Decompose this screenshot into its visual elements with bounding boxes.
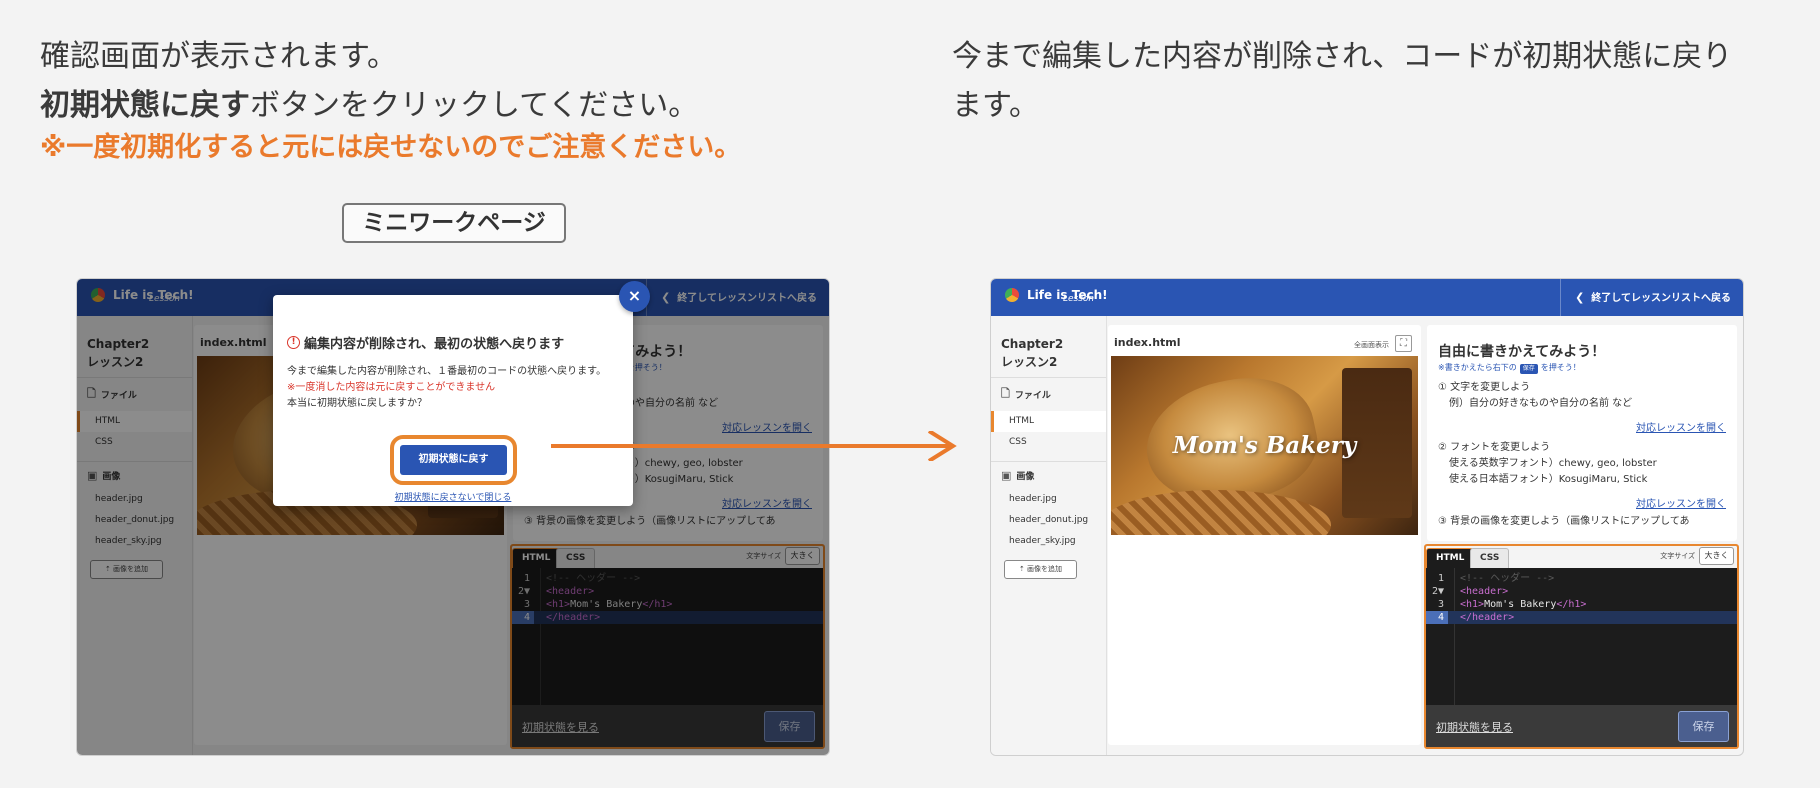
instruction-2-jp: 使える日本語フォント）KosugiMaru, Stick <box>1449 474 1648 485</box>
sidebar-item-header-jpg[interactable]: header.jpg <box>991 489 1106 510</box>
code-text: </header> <box>1460 611 1514 624</box>
top-bar: Life is Tech! Lesson ❮ 終了してレッスンリストへ戻る <box>991 279 1743 316</box>
lesson-link-1[interactable]: 対応レッスンを開く <box>1636 419 1726 434</box>
instructions-subtitle: ※書きかえたら右下の保存を押そう！ <box>1438 363 1581 374</box>
code-token: <header> <box>1460 586 1509 597</box>
images-section-label: 画像 <box>1016 472 1035 482</box>
flow-arrow-icon <box>551 431 957 461</box>
code-line[interactable]: 3 <h1>Mom's Bakery</h1> <box>1426 598 1737 611</box>
lesson-link-2[interactable]: 対応レッスンを開く <box>1636 495 1726 510</box>
font-size-label: 文字サイズ <box>1660 552 1695 560</box>
line-number: 4 <box>1426 611 1448 624</box>
instruction-1-example: 例）自分の好きなものや自分の名前 など <box>1449 398 1633 409</box>
preview-image: Mom's Bakery <box>1111 356 1418 535</box>
instruction-1-text: 文字を変更しよう <box>1450 382 1531 393</box>
caption-bold-button-name: 初期状態に戻す <box>40 88 250 123</box>
line-number: 1 <box>1437 573 1444 584</box>
screenshot-before: Life is Tech! Lesson ❮ 終了してレッスンリストへ戻る Cha… <box>76 278 830 756</box>
code-token: </header> <box>1460 612 1515 623</box>
dialog-warning: ※一度消した内容は元に戻すことができません <box>287 382 496 393</box>
line-number: 2▼ <box>1431 586 1444 597</box>
save-pill: 保存 <box>1519 364 1538 374</box>
lesson-number: レッスン2 <box>1001 355 1058 369</box>
reset-to-initial-button[interactable]: 初期状態に戻す <box>390 435 517 485</box>
preview-heading: Mom's Bakery <box>1172 432 1357 459</box>
caption-left: 確認画面が表示されます。 初期状態に戻すボタンをクリックしてください。 ※一度初… <box>40 32 860 168</box>
code-line[interactable]: 2▼ <header> <box>1426 585 1737 598</box>
lesson-title: Chapter2 レッスン2 <box>991 316 1106 378</box>
dialog-title: ! 編集内容が削除され、最初の状態へ戻ります <box>287 333 564 352</box>
lesson-chapter: Chapter2 <box>1001 337 1064 351</box>
font-size-button[interactable]: 大きく <box>1699 547 1734 565</box>
add-image-button[interactable]: ⇡ 画像を追加 <box>1004 560 1077 579</box>
caption-line-1: 確認画面が表示されます。 <box>40 39 397 74</box>
dialog-body: 今まで編集した内容が削除され、１番最初のコードの状態へ戻ります。 ※一度消した内… <box>287 364 621 412</box>
logo-mark-icon <box>1005 288 1019 302</box>
instruction-1-title: ① 文字を変更しよう <box>1438 382 1531 393</box>
preview-title: index.html <box>1114 336 1181 349</box>
back-label: 終了してレッスンリストへ戻る <box>1591 293 1731 304</box>
page-label: ミニワークページ <box>342 203 566 243</box>
code-line[interactable]: 4 </header> <box>1426 611 1737 624</box>
code-token: <h1> <box>1460 599 1485 610</box>
fullscreen-label: 全画面表示 <box>1354 341 1389 349</box>
tab-css[interactable]: CSS <box>1470 548 1510 568</box>
alert-icon: ! <box>287 336 300 349</box>
chevron-left-icon: ❮ <box>1575 291 1585 304</box>
fullscreen-icon[interactable]: ⛶ <box>1395 335 1412 352</box>
reset-confirm-dialog: ! 編集内容が削除され、最初の状態へ戻ります 今まで編集した内容が削除され、１番最… <box>273 295 633 506</box>
instructions-panel: 自由に書きかえてみよう！ ※書きかえたら右下の保存を押そう！ ① 文字を変更しよ… <box>1427 325 1737 541</box>
caption-right: 今まで編集した内容が削除され、コードが初期状態に戻ります。 <box>952 39 1733 123</box>
preview-panel: index.html 全画面表示 ⛶ Mom's Bakery <box>1108 325 1421 745</box>
caption-warning: ※一度初期化すると元には戻せないのでご注意ください。 <box>40 132 742 163</box>
brand-sub: Lesson <box>1063 294 1095 304</box>
instruction-3-text: 背景の画像を変更しよう（画像リストにアップしてあ <box>1450 516 1690 527</box>
dialog-message: 今まで編集した内容が削除され、１番最初のコードの状態へ戻ります。 <box>287 366 607 377</box>
screenshot-after: Life is Tech! Lesson ❮ 終了してレッスンリストへ戻る Cha… <box>990 278 1744 756</box>
instruction-2-en: 使える英数字フォント）chewy, geo, lobster <box>1449 458 1657 469</box>
code-text: <header> <box>1460 585 1508 598</box>
sidebar-item-html[interactable]: HTML <box>991 411 1106 432</box>
code-token: Mom's Bakery <box>1484 599 1557 610</box>
back-to-lessons-link[interactable]: ❮ 終了してレッスンリストへ戻る <box>1560 279 1743 316</box>
sidebar-item-header-donut-jpg[interactable]: header_donut.jpg <box>991 510 1106 531</box>
instruction-2-title: ② フォントを変更しよう <box>1438 442 1551 453</box>
line-number: 3 <box>1437 599 1444 610</box>
sidebar-item-css[interactable]: CSS <box>991 432 1106 453</box>
tab-html[interactable]: HTML <box>1426 548 1475 568</box>
instructions-title: 自由に書きかえてみよう！ <box>1438 344 1606 360</box>
code-token: </h1> <box>1556 599 1587 610</box>
save-button[interactable]: 保存 <box>1678 711 1729 742</box>
code-line[interactable]: 1 <!-- ヘッダー --> <box>1426 572 1737 585</box>
image-icon: ▣ <box>1001 469 1012 482</box>
close-without-reset-link[interactable]: 初期状態に戻さないで閉じる <box>273 490 633 503</box>
file-icon: 🗋 <box>1001 387 1010 400</box>
instructions-sub-before: 書きかえたら右下の <box>1444 363 1517 372</box>
instruction-2-text: フォントを変更しよう <box>1450 442 1551 453</box>
code-text: <!-- ヘッダー --> <box>1460 572 1554 585</box>
caption-line-2: 初期状態に戻すボタンをクリックしてください。 <box>40 81 860 130</box>
close-icon[interactable]: × <box>619 281 650 312</box>
dialog-question: 本当に初期状態に戻しますか？ <box>287 398 427 409</box>
caption-line-2-rest: ボタンをクリックしてください。 <box>250 88 699 123</box>
files-section-label: ファイル <box>1014 391 1051 401</box>
sidebar: Chapter2 レッスン2 🗋 ファイル HTML CSS ▣ 画像 header… <box>991 316 1107 755</box>
code-text: <h1>Mom's Bakery</h1> <box>1460 598 1586 611</box>
add-image-label: 画像を追加 <box>1027 565 1063 573</box>
dialog-title-text: 編集内容が削除され、最初の状態へ戻ります <box>304 337 565 352</box>
editor-footer: 初期状態を見る 保存 <box>1426 705 1737 747</box>
code-token: <!-- ヘッダー --> <box>1460 573 1555 584</box>
basket-shape <box>1111 490 1331 535</box>
upload-icon: ⇡ <box>1018 565 1028 573</box>
code-editor: HTML CSS 文字サイズ 大きく 初期状態を見る 保存 1 <!-- ヘッダー… <box>1424 544 1739 749</box>
instructions-sub-after: を押そう！ <box>1540 363 1581 372</box>
view-initial-state-link[interactable]: 初期状態を見る <box>1436 719 1513 735</box>
files-section: 🗋 ファイル <box>991 378 1106 411</box>
sidebar-item-header-sky-jpg[interactable]: header_sky.jpg <box>991 531 1106 552</box>
instruction-3-title: ③ 背景の画像を変更しよう（画像リストにアップしてあ <box>1438 516 1690 527</box>
images-section: ▣ 画像 <box>991 462 1106 489</box>
editor-tabbar: HTML CSS 文字サイズ 大きく <box>1426 546 1737 568</box>
